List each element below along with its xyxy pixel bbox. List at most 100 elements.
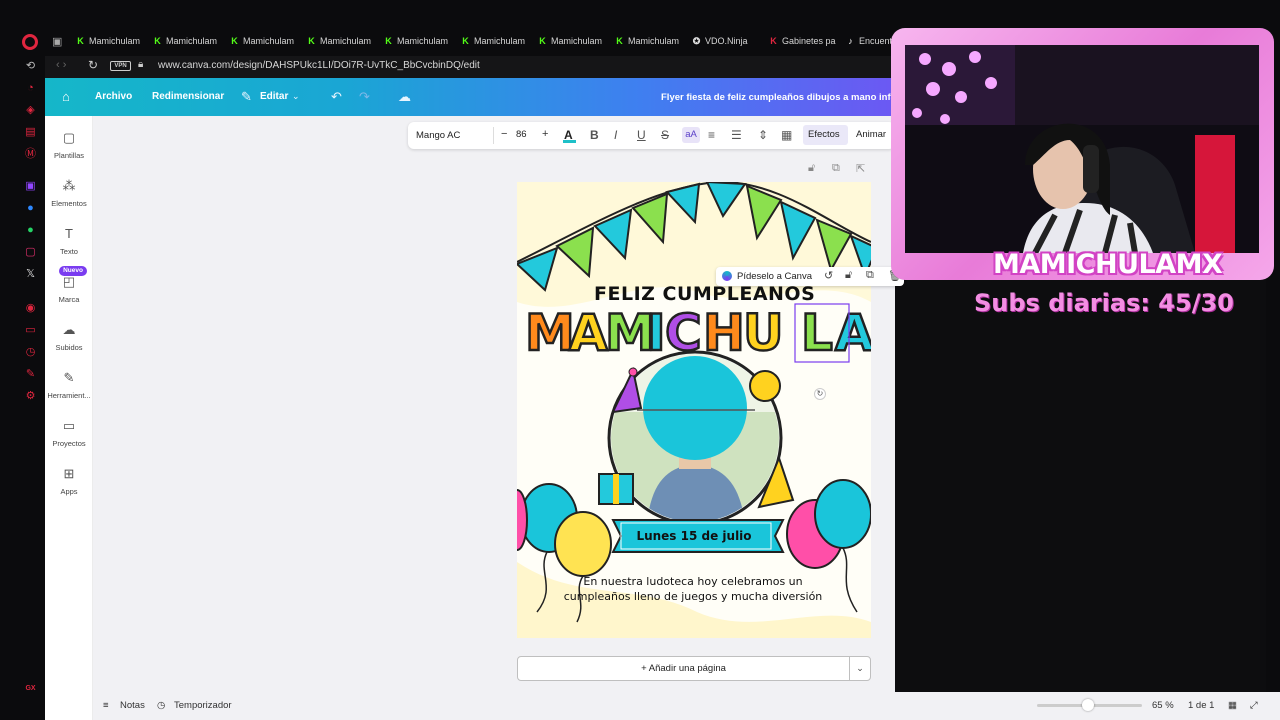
browser-tab[interactable]: K Mamichulam xyxy=(384,32,461,50)
opera-logo-icon[interactable] xyxy=(22,34,38,50)
sidebar-item-proyectos[interactable]: ▭ Proyectos xyxy=(45,419,93,449)
brand-icon: ◰ xyxy=(62,274,76,289)
timer-icon[interactable]: ◷ xyxy=(157,700,165,711)
ask-canva-button[interactable]: Pídeselo a Canva xyxy=(737,271,812,282)
editar-button[interactable]: Editar xyxy=(260,91,288,102)
webcam-feed xyxy=(905,45,1259,253)
lock-icon[interactable]: 🔒︎ xyxy=(138,59,143,70)
apps-icon: ⊞ xyxy=(63,466,75,481)
archivo-button[interactable]: Archivo xyxy=(95,91,132,102)
sidebar-item-apps[interactable]: ⊞ Apps xyxy=(45,466,93,497)
settings-icon[interactable]: ⚙ xyxy=(24,390,37,403)
sidebar-item-label: Proyectos xyxy=(52,439,86,448)
upload-icon: ☁ xyxy=(62,322,76,337)
chevron-down-icon[interactable]: ⌄ xyxy=(292,91,300,102)
strikethrough-icon[interactable]: S xyxy=(661,128,669,142)
underline-icon[interactable]: U xyxy=(637,128,646,142)
animar-button[interactable]: Animar xyxy=(856,129,886,140)
timer-button[interactable]: Temporizador xyxy=(174,700,232,711)
tab-label: Mamichulam xyxy=(166,36,218,46)
browser-tab[interactable]: K Mamichulam xyxy=(153,32,230,50)
date-text[interactable]: Lunes 15 de julio xyxy=(614,529,774,543)
sidebar-item-marca[interactable]: ◰ Marca xyxy=(45,274,93,305)
sidebar-item-plantillas[interactable]: ▢ Plantillas xyxy=(45,131,93,161)
page-count[interactable]: 1 de 1 xyxy=(1188,700,1214,711)
vpn-badge[interactable]: VPN xyxy=(110,61,131,71)
instagram-icon[interactable]: ▢ xyxy=(24,246,37,259)
reload-icon[interactable]: ↻ xyxy=(88,58,98,72)
tabs-icon[interactable]: ▭ xyxy=(24,324,37,337)
font-size-increase-button[interactable]: + xyxy=(542,128,548,140)
sidebar-item-label: Texto xyxy=(60,247,78,256)
add-page-button[interactable]: + Añadir una página xyxy=(517,656,850,681)
duplicate-element-icon[interactable]: ⧉ xyxy=(866,269,874,282)
browser-tab[interactable]: K Mamichulam xyxy=(307,32,384,50)
document-title[interactable]: Flyer fiesta de feliz cumpleaños dibujos… xyxy=(661,92,896,103)
tab-overview-icon[interactable]: ▣ xyxy=(52,35,62,48)
aria-icon[interactable]: ◔ xyxy=(24,82,37,95)
notes-button[interactable]: Notas xyxy=(120,700,145,711)
fullscreen-icon[interactable]: ⤢ xyxy=(1250,700,1258,711)
feliz-cumpleanos-text[interactable]: FELIZ CUMPLEAÑOS xyxy=(594,283,815,305)
font-size-decrease-button[interactable]: − xyxy=(501,128,507,140)
notes-icon[interactable]: ≡ xyxy=(103,700,109,711)
lock-element-icon[interactable]: 🔓︎ xyxy=(845,269,852,282)
url-field[interactable]: www.canva.com/design/DAHSPUkc1LI/DOi7R-U… xyxy=(158,60,480,71)
sidebar-item-elementos[interactable]: ⁂ Elementos xyxy=(45,179,93,209)
sidebar-item-subidos[interactable]: ☁ Subidos xyxy=(45,322,93,353)
sidebar-item-texto[interactable]: T Texto xyxy=(45,227,93,257)
flyer-artwork: M A M I C H U L A xyxy=(517,182,871,638)
balloon xyxy=(814,479,871,549)
player-icon[interactable]: ◉ xyxy=(24,302,37,315)
messenger-icon[interactable]: ● xyxy=(24,202,37,215)
redimensionar-button[interactable]: Redimensionar xyxy=(152,91,224,102)
bold-icon[interactable]: B xyxy=(590,128,599,142)
magic-icon[interactable]: ↺ xyxy=(824,269,833,282)
browser-tab[interactable]: K Mamichulam xyxy=(615,32,692,50)
spacing-icon[interactable]: ⇕ xyxy=(758,128,768,142)
font-size-input[interactable]: 86 xyxy=(516,129,527,140)
zoom-slider-handle[interactable] xyxy=(1082,699,1094,711)
design-page[interactable]: M A M I C H U L A xyxy=(517,182,871,638)
browser-tab[interactable]: K Mamichulam xyxy=(230,32,307,50)
browser-tab[interactable]: K Mamichulam xyxy=(538,32,615,50)
back-forward-icon[interactable]: ‹ › xyxy=(56,59,66,71)
rotate-handle-icon[interactable]: ↻ xyxy=(814,388,826,400)
subs-goal: Subs diarias: 45/30 xyxy=(974,289,1234,317)
efectos-button[interactable]: Efectos xyxy=(808,129,840,140)
undo-icon[interactable]: ↶ xyxy=(331,89,342,105)
kick-icon: K xyxy=(77,35,84,46)
grid-view-icon[interactable]: ▦ xyxy=(1228,700,1237,711)
hat-pompom xyxy=(628,367,638,377)
twitch-icon[interactable]: ▣ xyxy=(24,180,37,193)
transparency-icon[interactable]: ▦ xyxy=(781,128,792,142)
duplicate-page-icon[interactable]: ⧉ xyxy=(832,162,840,175)
x-twitter-icon[interactable]: 𝕏 xyxy=(24,268,37,281)
list-icon[interactable]: ☰ xyxy=(731,128,742,142)
browser-tab[interactable]: K Mamichulam xyxy=(76,32,153,50)
share-page-icon[interactable]: ⇱ xyxy=(856,162,865,175)
browser-tab[interactable]: K Gabinetes pa xyxy=(769,32,846,50)
home-icon[interactable]: ⌂ xyxy=(62,89,70,104)
letter-case-button[interactable]: aA xyxy=(682,127,700,143)
k-red-icon: K xyxy=(770,35,777,46)
whatsapp-icon[interactable]: ● xyxy=(24,224,37,237)
speed-dial-icon[interactable]: ⟲ xyxy=(24,60,37,73)
gamepad-icon[interactable]: ▤ xyxy=(24,126,37,139)
align-center-icon[interactable]: ≡ xyxy=(708,128,715,142)
italic-icon[interactable]: I xyxy=(614,128,617,142)
description-text[interactable]: En nuestra ludoteca hoy celebramos un cu… xyxy=(560,574,826,604)
browser-tab[interactable]: K Mamichulam xyxy=(461,32,538,50)
sidebar-item-label: Elementos xyxy=(51,199,87,208)
zoom-level[interactable]: 65 % xyxy=(1152,700,1174,711)
browser-tab[interactable]: ✪ VDO.Ninja xyxy=(692,32,769,50)
m-icon[interactable]: Ⓜ xyxy=(24,148,37,161)
extensions-icon[interactable]: ✎ xyxy=(24,368,37,381)
lock-page-icon[interactable]: 🔓︎ xyxy=(808,162,815,175)
history-icon[interactable]: ◷ xyxy=(24,346,37,359)
sidebar-item-herramient[interactable]: ✎ Herramient... xyxy=(45,371,93,401)
bag-icon[interactable]: ◈ xyxy=(24,104,37,117)
chevron-down-icon[interactable]: ⌄ xyxy=(849,656,871,681)
redo-icon[interactable]: ↷ xyxy=(359,89,370,105)
font-selector[interactable]: Mango AC xyxy=(414,126,489,145)
